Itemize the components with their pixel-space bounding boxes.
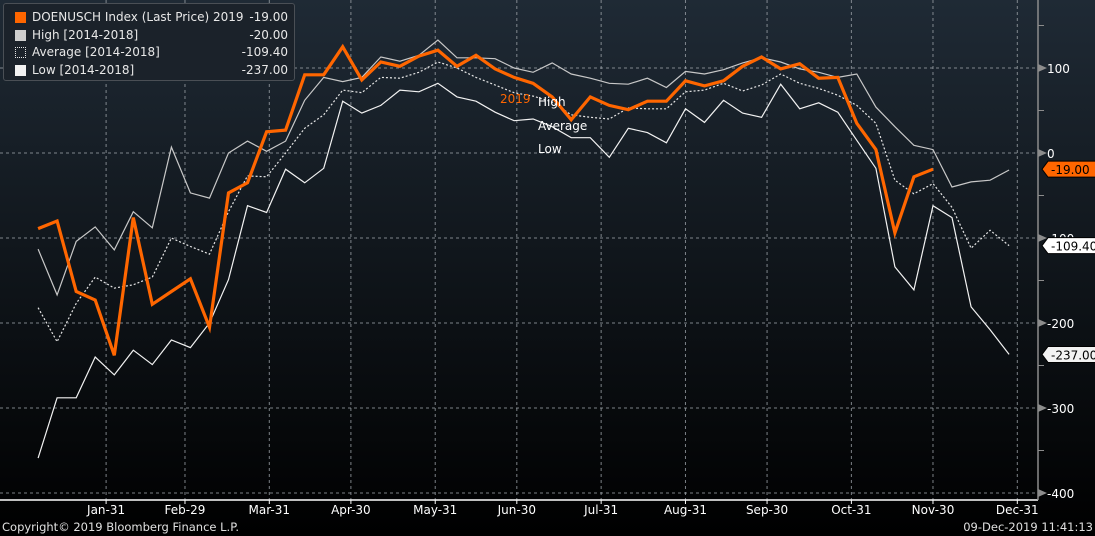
x-tick-label: Jan-31 xyxy=(86,503,125,517)
x-tick-label: Oct-31 xyxy=(831,503,871,517)
value-tag-label: -109.40 xyxy=(1051,240,1095,254)
x-tick-label: May-31 xyxy=(413,503,457,517)
annotation-average: Average xyxy=(538,119,587,133)
y-tick-label: -300 xyxy=(1047,402,1074,416)
legend-label: Average [2014-2018] xyxy=(32,45,160,59)
legend-label: Low [2014-2018] xyxy=(32,62,135,77)
x-tick-label: Dec-31 xyxy=(996,503,1039,517)
legend-swatch xyxy=(15,29,26,41)
legend-value: -237.00 xyxy=(241,62,288,77)
legend-item-average: Average [2014-2018] -109.40 xyxy=(12,44,294,62)
x-tick-label: Jul-31 xyxy=(583,503,618,517)
annotation-2019: 2019 xyxy=(500,92,531,106)
legend-swatch xyxy=(15,64,26,76)
x-tick-label: Apr-30 xyxy=(331,503,371,517)
legend: DOENUSCH Index (Last Price) 2019 -19.00 H… xyxy=(3,3,295,81)
value-tag-label: -237.00 xyxy=(1051,348,1095,362)
legend-label: DOENUSCH Index (Last Price) 2019 xyxy=(32,10,244,24)
legend-label: High [2014-2018] xyxy=(32,27,139,42)
x-tick-label: Jun-30 xyxy=(497,503,536,517)
x-tick-label: Mar-31 xyxy=(249,503,290,517)
legend-value: -19.00 xyxy=(249,10,288,24)
legend-swatch xyxy=(15,12,26,23)
timestamp: 09-Dec-2019 11:41:13 xyxy=(963,520,1093,534)
legend-item-2019: DOENUSCH Index (Last Price) 2019 -19.00 xyxy=(12,9,294,27)
y-tick-label: -400 xyxy=(1047,487,1074,501)
x-tick-label: Feb-29 xyxy=(165,503,206,517)
y-tick-label: 100 xyxy=(1047,62,1070,76)
legend-item-low: Low [2014-2018] -237.00 xyxy=(12,62,294,80)
legend-swatch xyxy=(15,47,26,58)
value-tag-label: -19.00 xyxy=(1051,163,1090,177)
legend-value: -20.00 xyxy=(249,27,288,42)
copyright: Copyright© 2019 Bloomberg Finance L.P. xyxy=(2,520,239,534)
x-tick-label: Nov-30 xyxy=(912,503,955,517)
x-tick-label: Aug-31 xyxy=(664,503,707,517)
y-tick-label: 0 xyxy=(1047,147,1055,161)
annotation-low: Low xyxy=(538,142,562,156)
x-tick-label: Sep-30 xyxy=(746,503,788,517)
legend-value: -109.40 xyxy=(241,45,288,59)
legend-item-high: High [2014-2018] -20.00 xyxy=(12,27,294,45)
annotation-high: High xyxy=(538,95,566,109)
y-tick-label: -200 xyxy=(1047,317,1074,331)
